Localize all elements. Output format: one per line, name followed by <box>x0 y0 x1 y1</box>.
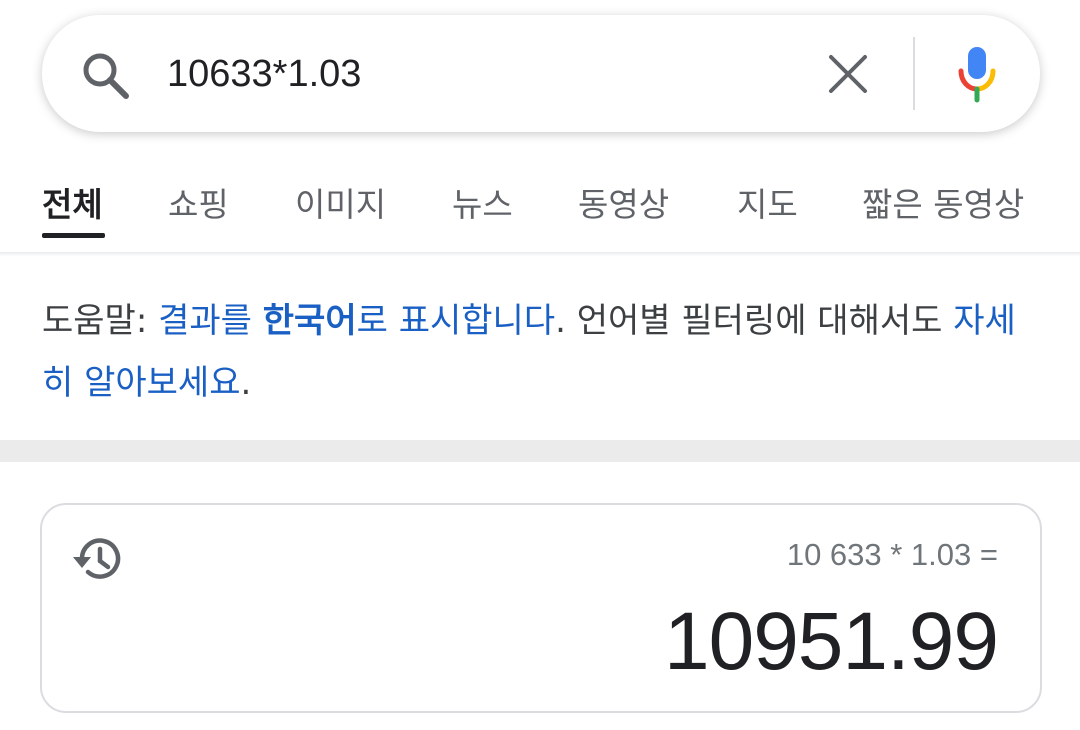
tab-images[interactable]: 이미지 <box>295 178 386 226</box>
korean-results-link[interactable]: 결과를 한국어로 표시합니다 <box>158 301 555 341</box>
notice-link-text-end: 로 표시합니다 <box>356 301 556 341</box>
active-tab-indicator <box>42 233 105 238</box>
section-separator <box>0 440 1080 462</box>
microphone-icon[interactable] <box>957 45 997 103</box>
notice-link-bold: 한국어 <box>262 301 357 341</box>
notice-suffix: . <box>240 363 252 403</box>
calculator-expression: 10 633 * 1.03 = <box>786 537 998 572</box>
search-bar <box>42 15 1040 132</box>
notice-prefix: 도움말: <box>42 301 159 341</box>
tabs-divider <box>0 252 1080 256</box>
close-icon[interactable] <box>827 53 869 95</box>
tab-videos[interactable]: 동영상 <box>578 178 669 226</box>
tab-all[interactable]: 전체 <box>42 178 103 226</box>
tab-short-videos[interactable]: 짧은 동영상 <box>862 178 1024 226</box>
language-notice: 도움말: 결과를 한국어로 표시합니다. 언어별 필터링에 대해서도 자세히 알… <box>42 290 1042 414</box>
tab-shopping[interactable]: 쇼핑 <box>168 178 229 226</box>
history-icon[interactable] <box>70 535 124 583</box>
tab-news[interactable]: 뉴스 <box>452 178 513 226</box>
search-tabs: 전체 쇼핑 이미지 뉴스 동영상 지도 짧은 동영상 <box>0 178 1080 256</box>
search-divider <box>913 37 915 110</box>
notice-link-text: 결과를 <box>158 301 263 341</box>
notice-middle: . 언어별 필터링에 대해서도 <box>555 301 954 341</box>
search-input[interactable] <box>167 41 787 107</box>
search-icon[interactable] <box>80 50 132 102</box>
tab-maps[interactable]: 지도 <box>737 178 798 226</box>
calculator-card: 10 633 * 1.03 = 10951.99 <box>40 503 1042 713</box>
calculator-result: 10951.99 <box>663 596 999 687</box>
